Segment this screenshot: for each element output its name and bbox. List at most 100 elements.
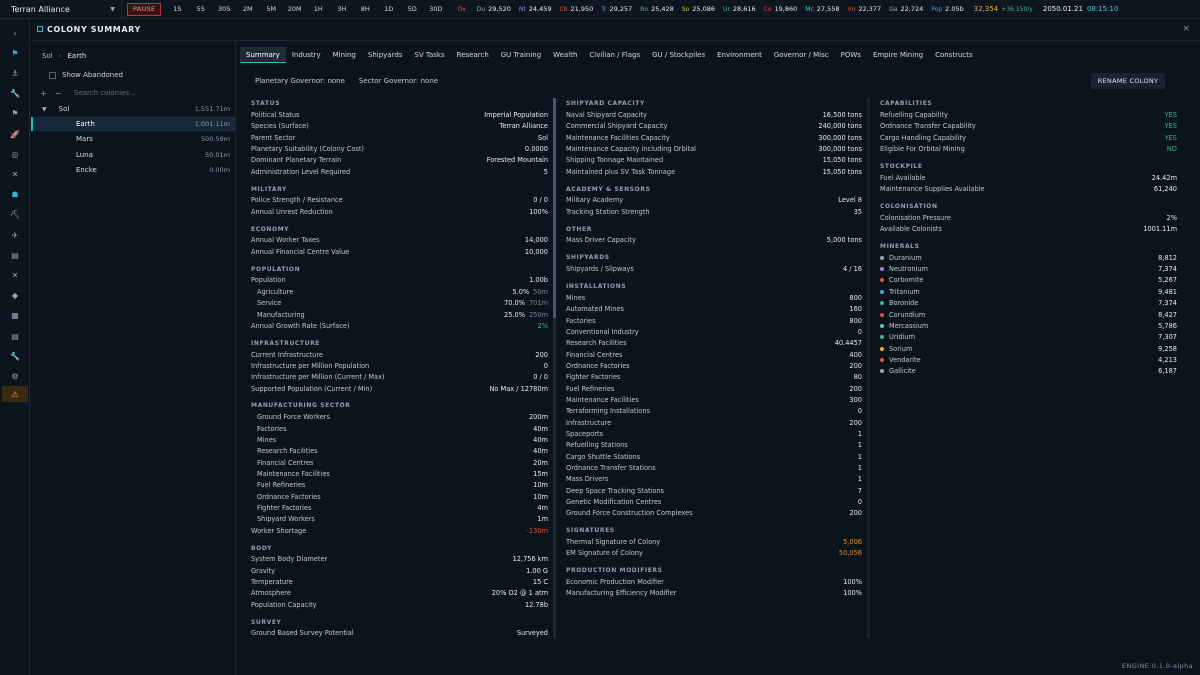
data-row: Supported Population (Current / Min) No M… [247,383,552,394]
pause-button[interactable]: PAUSE [127,2,162,16]
tab-civilian-flags[interactable]: Civilian / Flags [583,47,646,63]
tool-icon[interactable]: 🔧 [8,349,22,363]
row-value: 7,307 [1158,333,1177,341]
show-abandoned-toggle[interactable]: Show Abandoned [49,71,123,79]
pickaxe-icon[interactable]: ⛏ [8,208,22,222]
data-row: Atmosphere 20% O2 @ 1 atm [247,588,552,599]
colony-tree-panel: Sol › Earth Show Abandoned + − ▼ Sol 1,5… [31,41,236,675]
tab-wealth[interactable]: Wealth [547,47,583,63]
box-icon[interactable]: ▦ [8,309,22,323]
show-abandoned-label: Show Abandoned [62,71,123,79]
tab-environment[interactable]: Environment [711,47,768,63]
tab-industry[interactable]: Industry [286,47,327,63]
time-step-1d[interactable]: 1D [377,5,401,13]
time-step-2m[interactable]: 2M [236,5,260,13]
mineral-name: Tritanium [889,287,920,296]
rename-colony-button[interactable]: RENAME COLONY [1091,73,1165,89]
wrench-icon[interactable]: 🔧 [8,87,22,101]
row-label: Shipyards / Slipways [566,265,634,274]
tab-research[interactable]: Research [451,47,495,63]
column-scrollbar[interactable] [553,98,556,638]
tree-colony-row[interactable]: Encke 0.00m [31,163,236,177]
data-row: Factories 40m [247,423,552,434]
row-value: Sol [538,134,548,142]
data-row: Ordnance Factories 200 [562,360,866,371]
tab-gu-stockpiles[interactable]: GU / Stockpiles [646,47,711,63]
row-label: Deep Space Tracking Stations [566,486,665,495]
time-step-30d[interactable]: 30D [424,5,448,13]
warning-icon[interactable]: ⚠ [2,386,28,402]
row-label: Ordnance Factories [257,492,321,501]
time-step-5s[interactable]: 5S [189,5,213,13]
collapse-all-icon[interactable]: − [55,89,62,98]
time-step-3h[interactable]: 3H [330,5,354,13]
time-step-5d[interactable]: 5D [400,5,424,13]
row-label: Commercial Shipyard Capacity [566,122,668,131]
tree-colony-row[interactable]: Earth 1,001.11m [31,117,236,131]
flag-small-icon[interactable]: ⚑ [8,107,22,121]
time-step-1h[interactable]: 1H [306,5,330,13]
row-value: 10,000 [525,248,548,256]
chevron-right-icon[interactable]: › [8,26,22,40]
person-icon[interactable]: ☗ [8,188,22,202]
close-icon[interactable]: × [1182,24,1190,34]
breadcrumb-system[interactable]: Sol [42,52,53,60]
close-swords-icon[interactable]: ✕ [8,268,22,282]
row-value-text: 200m [528,413,548,422]
row-value-text: 24.42m [1151,173,1177,182]
resource-mc: Mc 27,558 [801,5,843,13]
tab-constructs[interactable]: Constructs [929,47,979,63]
row-value-text: 0 [857,498,862,507]
tab-gu-training[interactable]: GU Training [495,47,547,63]
satellite-icon[interactable]: ✈ [8,228,22,242]
tab-shipyards[interactable]: Shipyards [362,47,409,63]
row-value: 35 [854,208,862,216]
expand-all-icon[interactable]: + [40,89,47,98]
faction-name: Terran Alliance [11,4,70,14]
tab-summary[interactable]: Summary [240,47,286,63]
time-step-20m[interactable]: 20M [283,5,307,13]
tree-colony-row[interactable]: Mars 500.59m [31,132,236,146]
data-row: Cargo Shuttle Stations 1 [562,451,866,462]
row-value: 200 [849,419,862,427]
row-value: 40m [533,447,548,455]
tab-mining[interactable]: Mining [327,47,362,63]
tab-governor-misc[interactable]: Governor / Misc [768,47,835,63]
row-value: 200 [849,509,862,517]
checkbox[interactable] [49,71,56,79]
tree-colony-row[interactable]: Luna 50.01m [31,148,236,162]
data-row: Annual Financial Centre Value 10,000 [247,246,552,257]
data-row: Ordnance Factories 10m [247,491,552,502]
row-label: Temperature [251,578,293,587]
row-value-text: No Max / 12780m [489,384,548,393]
flag-icon[interactable]: ⚑ [8,46,22,60]
collapse-arrow-icon[interactable]: ▼ [42,106,47,113]
target-icon[interactable]: ◎ [8,147,22,161]
time-step-8h[interactable]: 8H [353,5,377,13]
tab-empire-mining[interactable]: Empire Mining [867,47,929,63]
row-value: 5,267 [1158,276,1177,284]
row-value: 200 [849,362,862,370]
faction-selector[interactable]: Terran Alliance ▼ [0,0,122,18]
tab-sv-tasks[interactable]: SV Tasks [408,47,450,63]
time-step-30s[interactable]: 30S [212,5,236,13]
tab-pows[interactable]: POWs [835,47,867,63]
data-row: Fuel Refineries 200 [562,383,866,394]
row-value-text: 0.0000 [524,145,548,154]
time-step-5m[interactable]: 5M [259,5,283,13]
search-colonies-input[interactable] [74,89,224,97]
colony-population: 50.01m [205,150,230,159]
time-step-1s[interactable]: 1S [165,5,189,13]
section-header: ECONOMY [251,225,290,233]
row-value-text: 9,481 [1158,287,1177,296]
rocket-icon[interactable]: 🚀 [8,127,22,141]
clipboard-icon[interactable]: ▤ [8,248,22,262]
data-row: Mercassium 5,786 [876,320,1181,331]
anchor-icon[interactable]: ⚓ [8,66,22,80]
tree-system-row[interactable]: ▼ Sol 1,551.71m [31,102,236,116]
swords-icon[interactable]: ✕ [8,167,22,181]
tag-icon[interactable]: ◆ [8,289,22,303]
gear-icon[interactable]: ⚙ [8,369,22,383]
list-icon[interactable]: ▤ [8,329,22,343]
scrollbar-thumb[interactable] [553,98,556,318]
